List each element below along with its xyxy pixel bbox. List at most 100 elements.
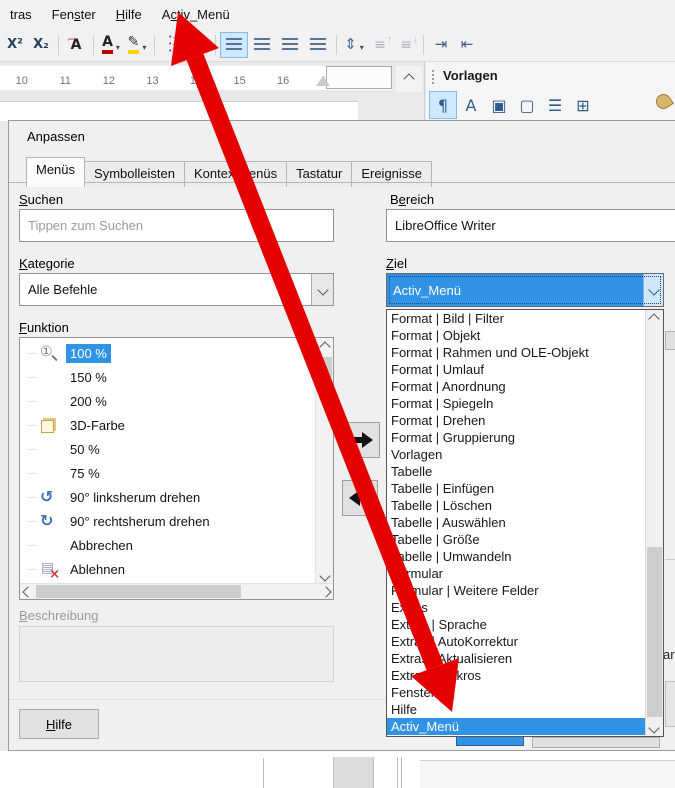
- dialog-tab[interactable]: Tastatur: [286, 161, 352, 187]
- dropdown-item[interactable]: Tabelle | Einfügen: [387, 480, 646, 497]
- styles-panel-icon-list-styles[interactable]: ☰: [542, 92, 568, 118]
- add-button-partial[interactable]: [665, 331, 675, 350]
- toolbar-button[interactable]: [336, 35, 337, 55]
- toolbar-button-subscript[interactable]: X₂: [29, 33, 53, 57]
- function-list-item[interactable]: 200 %: [20, 389, 316, 413]
- toolbar-button-align-justify[interactable]: [305, 33, 331, 57]
- styles-panel-icon-character-styles[interactable]: A: [458, 92, 484, 118]
- toolbar-button-align-left[interactable]: [221, 33, 247, 57]
- dropdown-item[interactable]: Vorlagen: [387, 446, 646, 463]
- function-vertical-scrollbar[interactable]: [315, 338, 333, 584]
- standard-button-partial[interactable]: ard: [663, 647, 675, 662]
- toolbar-button-line-spacing[interactable]: ⇕: [342, 33, 366, 57]
- dropdown-item[interactable]: Extras: [387, 599, 646, 616]
- dropdown-item[interactable]: Tabelle | Umwandeln: [387, 548, 646, 565]
- dropdown-item[interactable]: Formular | Weitere Felder: [387, 582, 646, 599]
- menu-item[interactable]: tras: [0, 2, 42, 27]
- toolbar-button-unordered-list[interactable]: •– •– •–: [160, 33, 184, 57]
- dropdown-item[interactable]: Format | Bild | Filter: [387, 310, 646, 327]
- dropdown-item[interactable]: Tabelle | Auswählen: [387, 514, 646, 531]
- dialog-tab[interactable]: Symbolleisten: [84, 161, 185, 187]
- function-list-item[interactable]: 75 %: [20, 461, 316, 485]
- toolbar-button-align-right[interactable]: [277, 33, 303, 57]
- toolbar-button[interactable]: [58, 35, 59, 55]
- dropdown-caret-icon[interactable]: [201, 37, 205, 53]
- dropdown-item[interactable]: Format | Umlauf: [387, 361, 646, 378]
- toolbar-button-align-center[interactable]: [249, 33, 275, 57]
- styles-panel-icon-frame-styles[interactable]: ▣: [486, 92, 512, 118]
- toolbar-button[interactable]: [154, 35, 155, 55]
- function-horizontal-scrollbar[interactable]: [20, 583, 333, 599]
- remove-item-button[interactable]: [342, 480, 378, 516]
- dropdown-item[interactable]: Format | Spiegeln: [387, 395, 646, 412]
- dropdown-item[interactable]: Format | Drehen: [387, 412, 646, 429]
- toolbar-button-indent-dec[interactable]: ⇤: [455, 33, 479, 57]
- toolbar-button-ordered-list[interactable]: 1– 2–: [186, 33, 210, 57]
- add-item-button[interactable]: [344, 422, 380, 458]
- toolbar-button[interactable]: [215, 35, 216, 55]
- dropdown-caret-icon[interactable]: [360, 37, 364, 53]
- panel-grip-icon[interactable]: [432, 70, 434, 84]
- function-list-item[interactable]: 50 %: [20, 437, 316, 461]
- target-combobox[interactable]: Activ_Menü: [386, 273, 664, 307]
- styles-panel-icon-table-styles[interactable]: ⊞: [570, 92, 596, 118]
- scroll-right-button[interactable]: [318, 584, 333, 599]
- scroll-down-button[interactable]: [646, 719, 662, 736]
- scrollbar-thumb[interactable]: [317, 357, 332, 377]
- scroll-down-button[interactable]: [316, 567, 333, 584]
- dropdown-item[interactable]: Tabelle | Löschen: [387, 497, 646, 514]
- function-list-item[interactable]: 90° rechtsherum drehen: [20, 509, 316, 533]
- scroll-left-button[interactable]: [20, 584, 35, 599]
- dropdown-item[interactable]: Extras | Sprache: [387, 616, 646, 633]
- dropdown-item[interactable]: Extras | Aktualisieren: [387, 650, 646, 667]
- toolbar-button-para-space-inc[interactable]: ≡: [368, 33, 392, 57]
- dropdown-item[interactable]: Format | Anordnung: [387, 378, 646, 395]
- dropdown-item[interactable]: Formular: [387, 565, 646, 582]
- toolbar-button[interactable]: [423, 35, 424, 55]
- dialog-tab[interactable]: Kontextmenüs: [184, 161, 287, 187]
- toolbar-button-para-space-dec[interactable]: ≡: [394, 33, 418, 57]
- scroll-up-button[interactable]: [316, 338, 333, 355]
- dropdown-scrollbar[interactable]: [645, 310, 663, 736]
- menu-item[interactable]: Hilfe: [106, 2, 152, 27]
- toolbar-button-superscript[interactable]: X²: [3, 33, 27, 57]
- function-list-item[interactable]: 100 %: [20, 341, 316, 365]
- function-list-item[interactable]: Ablehnen: [20, 557, 316, 581]
- dropdown-item[interactable]: Fenster: [387, 684, 646, 701]
- dialog-tab[interactable]: Ereignisse: [351, 161, 432, 187]
- toolbar-button[interactable]: [93, 35, 94, 55]
- dropdown-item[interactable]: Format | Rahmen und OLE-Objekt: [387, 344, 646, 361]
- panel-splitter[interactable]: [424, 62, 425, 120]
- dropdown-item[interactable]: Extras | AutoKorrektur: [387, 633, 646, 650]
- styles-panel-icon-page-styles[interactable]: ▢: [514, 92, 540, 118]
- dropdown-caret-icon[interactable]: [116, 37, 120, 53]
- function-list-item[interactable]: 3D-Farbe: [20, 413, 316, 437]
- ruler-indent-marker[interactable]: [316, 76, 330, 86]
- dialog-tab[interactable]: Menüs: [26, 157, 85, 187]
- dropdown-item[interactable]: Activ_Menü: [387, 718, 646, 735]
- category-combobox[interactable]: Alle Befehle: [19, 273, 334, 306]
- function-list-item[interactable]: Abbrechen: [20, 533, 316, 557]
- function-list-item[interactable]: 90° linksherum drehen: [20, 485, 316, 509]
- scroll-up-button[interactable]: [646, 310, 662, 327]
- target-dropdown-button[interactable]: [643, 274, 663, 306]
- toolbar-button-clear-formatting[interactable]: A: [64, 33, 88, 57]
- menu-item[interactable]: Activ_Menü: [152, 2, 240, 27]
- help-button[interactable]: Hilfe: [19, 709, 99, 739]
- menu-item[interactable]: Fenster: [42, 2, 106, 27]
- dropdown-item[interactable]: Format | Objekt: [387, 327, 646, 344]
- dropdown-item[interactable]: Tabelle | Größe: [387, 531, 646, 548]
- dropdown-item[interactable]: Format | Gruppierung: [387, 429, 646, 446]
- styles-panel-icon-paragraph-styles[interactable]: ¶: [430, 92, 456, 118]
- search-input[interactable]: [19, 209, 334, 242]
- cancel-button-partial[interactable]: [532, 737, 660, 748]
- dropdown-item[interactable]: Hilfe: [387, 701, 646, 718]
- scroll-up-button[interactable]: [396, 66, 422, 92]
- toolbar-button-font-color[interactable]: A: [99, 33, 123, 57]
- scrollbar-thumb[interactable]: [36, 585, 241, 598]
- category-dropdown-button[interactable]: [311, 274, 333, 305]
- dropdown-item[interactable]: Extras | Makros: [387, 667, 646, 684]
- dropdown-caret-icon[interactable]: [142, 37, 146, 53]
- scope-combobox[interactable]: [386, 209, 675, 242]
- toolbar-button-highlight-color[interactable]: ✎: [125, 33, 149, 57]
